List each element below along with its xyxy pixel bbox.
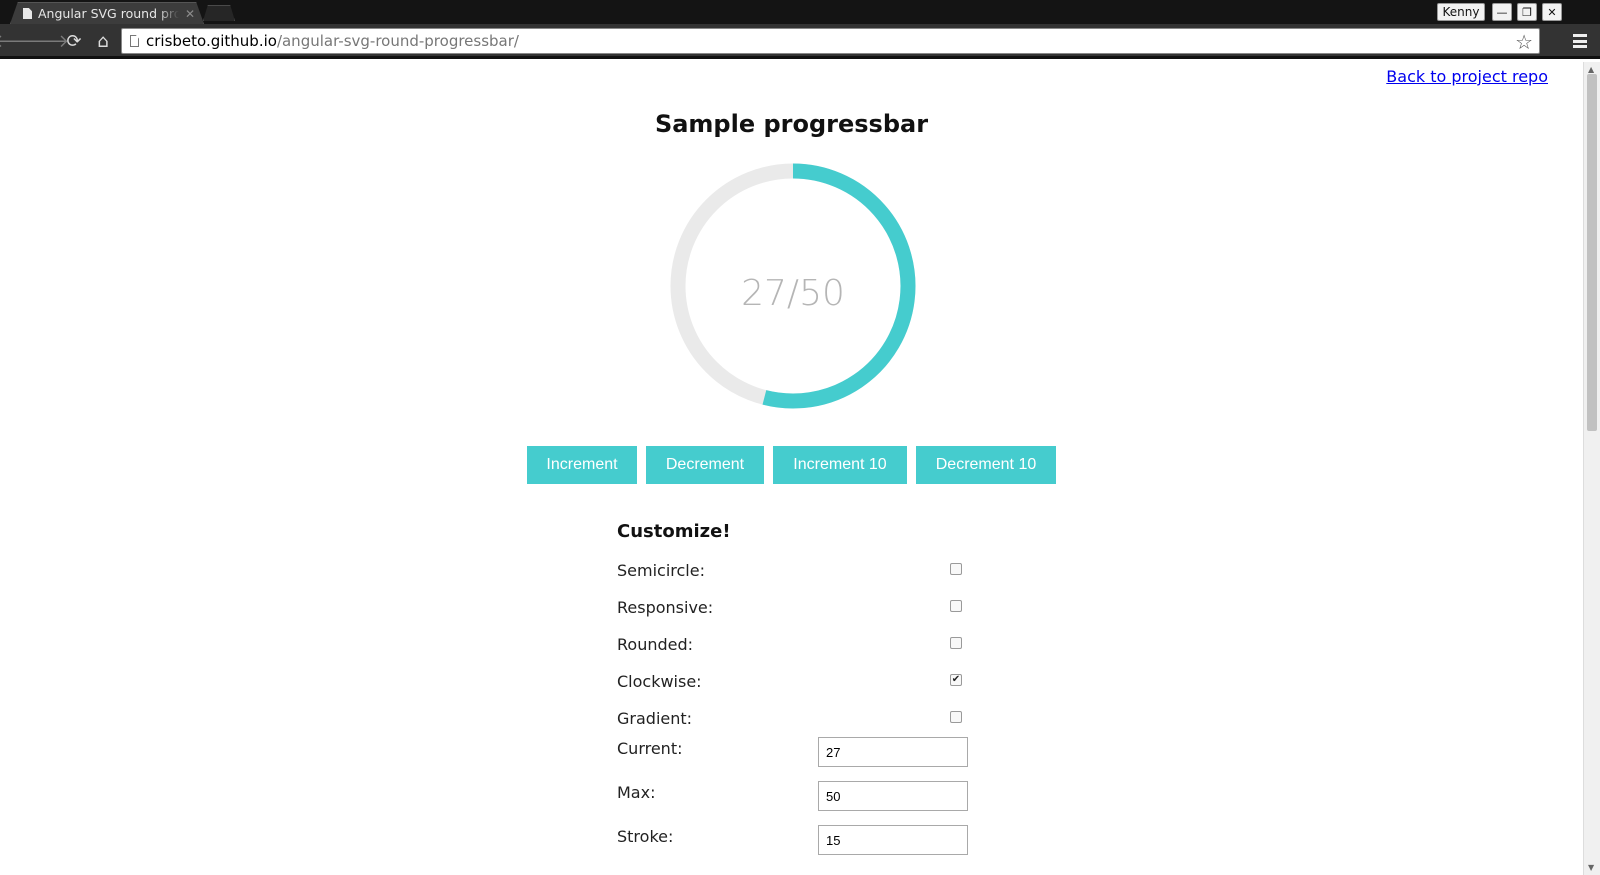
increment-10-button[interactable]: Increment 10 — [773, 446, 907, 484]
current-input[interactable]: 27 — [818, 737, 968, 767]
tab-active[interactable]: Angular SVG round progressbar ✕ — [10, 2, 204, 24]
url-host: crisbeto.github.io — [146, 32, 277, 50]
restore-button[interactable]: ❐ — [1517, 3, 1537, 21]
field-label: Stroke: — [617, 827, 674, 846]
option-label: Gradient: — [617, 709, 693, 728]
scroll-thumb[interactable] — [1587, 74, 1597, 431]
back-to-repo-link[interactable]: Back to project repo — [1386, 67, 1548, 86]
option-clockwise: Clockwise: ✔ — [617, 663, 969, 700]
option-label: Responsive: — [617, 598, 714, 617]
reload-icon[interactable]: ⟳ — [62, 29, 86, 53]
responsive-checkbox[interactable] — [950, 600, 962, 612]
rounded-checkbox[interactable] — [950, 637, 962, 649]
tab-strip: Angular SVG round progressbar ✕ Kenny — … — [0, 0, 1600, 24]
menu-icon[interactable] — [1573, 34, 1587, 48]
scroll-up-arrow-icon[interactable]: ▲ — [1588, 65, 1594, 74]
new-tab-button[interactable] — [203, 5, 235, 21]
address-bar[interactable]: crisbeto.github.io/angular-svg-round-pro… — [121, 28, 1540, 54]
minimize-button[interactable]: — — [1492, 3, 1512, 21]
page-content: Back to project repo Sample progressbar … — [0, 62, 1583, 875]
forward-arrow-icon[interactable]: 🡒 — [21, 29, 69, 53]
option-label: Clockwise: — [617, 672, 702, 691]
option-semicircle: Semicircle: — [617, 552, 969, 589]
profile-button[interactable]: Kenny — [1437, 3, 1485, 21]
increment-button[interactable]: Increment — [527, 446, 637, 484]
option-rounded: Rounded: — [617, 626, 969, 663]
stroke-input[interactable]: 15 — [818, 825, 968, 855]
clockwise-checkbox[interactable]: ✔ — [950, 674, 962, 686]
field-max: Max: 50 — [617, 781, 969, 827]
customize-panel: Customize! Semicircle: Responsive: Round… — [617, 512, 969, 871]
decrement-button[interactable]: Decrement — [646, 446, 764, 484]
tab-title: Angular SVG round progressbar — [38, 6, 179, 21]
page-scrollbar[interactable]: ▲ ▼ — [1583, 62, 1600, 875]
tab-close-icon[interactable]: ✕ — [185, 7, 195, 21]
progress-controls: Increment Decrement Increment 10 Decreme… — [0, 446, 1583, 484]
browser-toolbar: 🡐 🡒 ⟳ ⌂ crisbeto.github.io/angular-svg-r… — [0, 24, 1600, 59]
customize-title: Customize! — [617, 521, 731, 542]
field-label: Max: — [617, 783, 656, 802]
round-progressbar: 27/50 — [668, 161, 918, 411]
field-current: Current: 27 — [617, 737, 969, 783]
page-icon — [130, 35, 139, 47]
decrement-10-button[interactable]: Decrement 10 — [916, 446, 1056, 484]
option-responsive: Responsive: — [617, 589, 969, 626]
close-window-button[interactable]: ✕ — [1542, 3, 1562, 21]
page-icon — [23, 8, 32, 19]
field-stroke: Stroke: 15 — [617, 825, 969, 871]
url-path: /angular-svg-round-progressbar/ — [276, 32, 519, 50]
field-label: Current: — [617, 739, 683, 758]
option-label: Rounded: — [617, 635, 694, 654]
home-icon[interactable]: ⌂ — [91, 29, 115, 53]
progress-value-label: 27/50 — [741, 272, 845, 314]
scroll-down-arrow-icon[interactable]: ▼ — [1588, 863, 1594, 872]
gradient-checkbox[interactable] — [950, 711, 962, 723]
option-gradient: Gradient: — [617, 700, 969, 737]
max-input[interactable]: 50 — [818, 781, 968, 811]
bookmark-star-icon[interactable]: ☆ — [1515, 30, 1533, 54]
semicircle-checkbox[interactable] — [950, 563, 962, 575]
option-label: Semicircle: — [617, 561, 705, 580]
page-title: Sample progressbar — [654, 110, 929, 138]
